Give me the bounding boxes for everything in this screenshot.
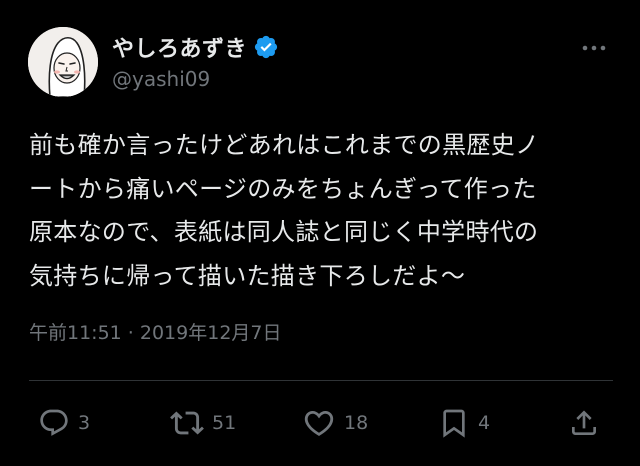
avatar-image	[28, 27, 98, 97]
avatar[interactable]	[28, 27, 98, 97]
tweet-text-line: 気持ちに帰って描いた描き下ろしだよ〜	[29, 261, 466, 290]
verified-badge-icon	[253, 34, 279, 60]
more-options-button[interactable]	[576, 36, 612, 60]
retweet-icon	[170, 411, 204, 435]
tweet-text-line: 原本なので、表紙は同人誌と同じく中学時代の	[29, 218, 539, 246]
tweet-text-line: 前も確か言ったけどあれはこれまでの黒歴史ノ	[29, 131, 540, 159]
tweet-text: 前も確か言ったけどあれはこれまでの黒歴史ノ ートから痛いページのみをちょんぎって…	[29, 124, 619, 298]
more-horizontal-icon	[582, 45, 606, 51]
user-handle[interactable]: @yashi09	[112, 67, 210, 91]
like-button[interactable]: 18	[302, 403, 368, 443]
tweet: やしろあずき @yashi09 前も確か言ったけどあれはこれまでの黒歴史ノ ート…	[0, 0, 640, 466]
bookmark-count: 4	[478, 412, 491, 434]
share-icon	[572, 410, 596, 435]
display-name[interactable]: やしろあずき	[112, 31, 247, 63]
tweet-timestamp[interactable]: 午前11:51 · 2019年12月7日	[29, 318, 282, 345]
share-button[interactable]	[568, 403, 600, 443]
reply-icon	[40, 409, 68, 436]
reply-button[interactable]: 3	[38, 403, 90, 443]
like-count: 18	[344, 412, 369, 434]
name-row: やしろあずき	[112, 30, 279, 64]
divider	[29, 380, 613, 381]
retweet-button[interactable]: 51	[170, 403, 236, 443]
retweet-count: 51	[212, 412, 237, 434]
bookmark-icon	[443, 409, 465, 438]
heart-icon	[304, 410, 334, 436]
tweet-text-line: ートから痛いページのみをちょんぎって作った	[29, 174, 537, 203]
bookmark-button[interactable]: 4	[438, 403, 490, 443]
reply-count: 3	[78, 412, 91, 434]
